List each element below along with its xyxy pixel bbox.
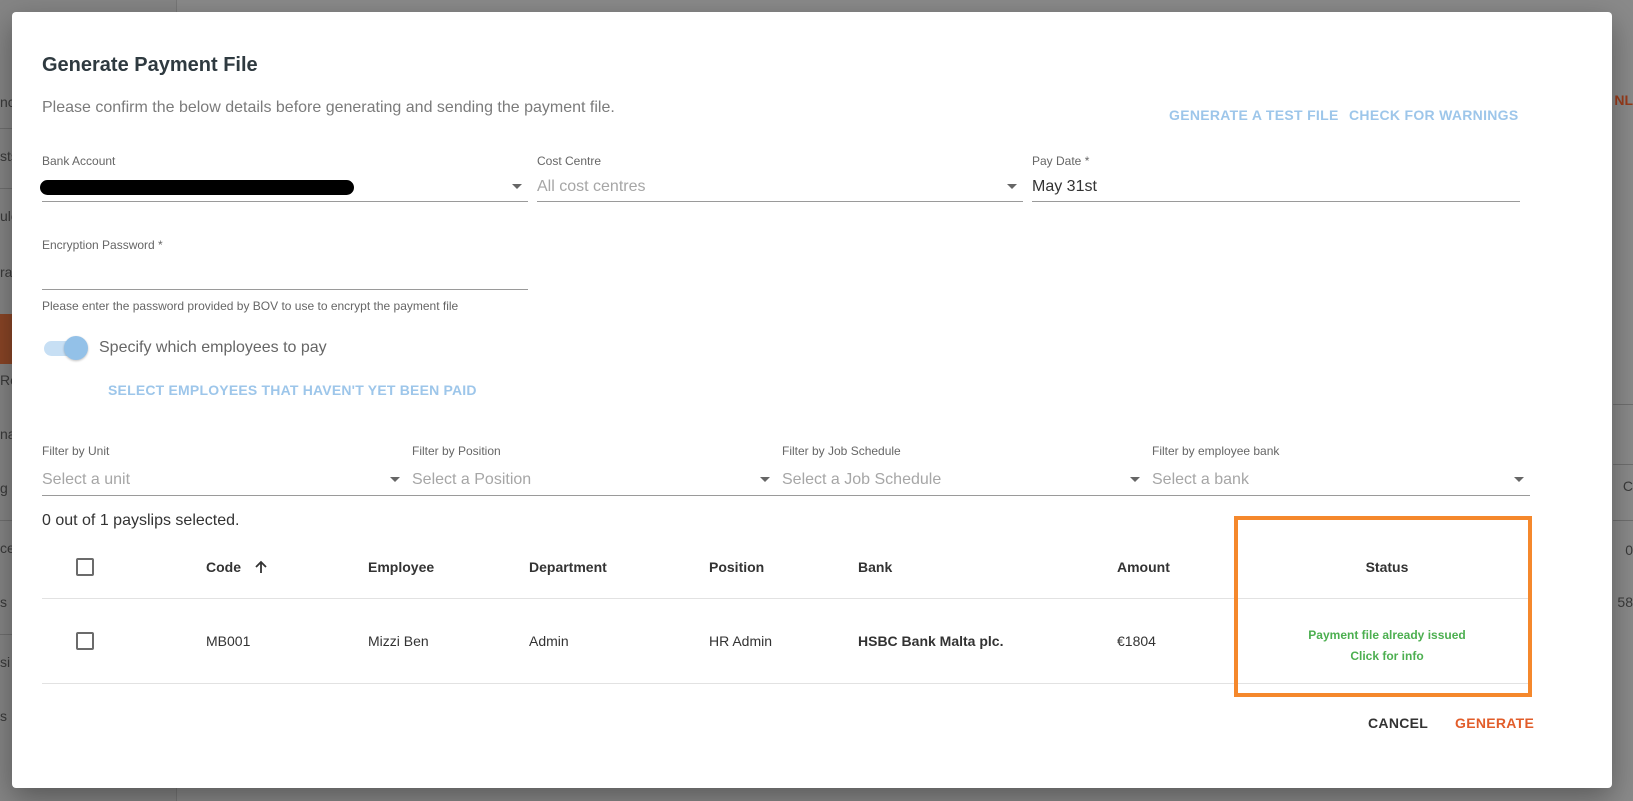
chevron-down-icon[interactable] xyxy=(1514,477,1524,482)
chevron-down-icon[interactable] xyxy=(760,477,770,482)
pay-date-label: Pay Date * xyxy=(1032,154,1090,168)
background-divider xyxy=(0,520,12,521)
background-text-fragment: ule xyxy=(0,208,12,224)
dialog-subtitle: Please confirm the below details before … xyxy=(42,99,615,116)
row-select-checkbox[interactable] xyxy=(76,632,94,650)
filter-by-job-schedule[interactable]: Filter by Job Schedule Select a Job Sche… xyxy=(782,444,1146,496)
cancel-button[interactable]: CANCEL xyxy=(1368,715,1428,731)
payslips-selected-count: 0 out of 1 payslips selected. xyxy=(42,512,240,529)
filter-bank-placeholder: Select a bank xyxy=(1152,471,1249,488)
background-text-fragment: s xyxy=(0,708,7,724)
select-all-checkbox[interactable] xyxy=(76,558,94,576)
cell-department: Admin xyxy=(529,633,569,649)
background-text-fragment: NL xyxy=(1614,92,1633,108)
background-divider xyxy=(0,188,12,189)
cost-centre-label: Cost Centre xyxy=(537,154,602,168)
column-header-amount[interactable]: Amount xyxy=(1117,559,1170,575)
cost-centre-field[interactable]: Cost Centre All cost centres xyxy=(537,154,1023,208)
background-divider xyxy=(0,634,12,635)
chevron-down-icon[interactable] xyxy=(1130,477,1140,482)
chevron-down-icon[interactable] xyxy=(390,477,400,482)
cell-code: MB001 xyxy=(206,633,251,649)
column-header-employee[interactable]: Employee xyxy=(368,559,434,575)
bank-account-field[interactable]: Bank Account xyxy=(40,154,528,208)
generate-payment-file-dialog: Generate Payment File Please confirm the… xyxy=(12,12,1612,788)
select-unpaid-employees-button[interactable]: SELECT EMPLOYEES THAT HAVEN'T YET BEEN P… xyxy=(108,382,477,398)
filter-job-schedule-placeholder: Select a Job Schedule xyxy=(782,471,942,488)
encryption-password-input[interactable] xyxy=(42,260,528,290)
filter-position-label: Filter by Position xyxy=(412,444,501,458)
bank-account-select[interactable] xyxy=(40,172,528,202)
cell-position: HR Admin xyxy=(709,633,773,649)
background-text-fragment: 0 xyxy=(1625,542,1633,558)
filter-by-unit[interactable]: Filter by Unit Select a unit xyxy=(42,444,406,496)
cost-centre-placeholder: All cost centres xyxy=(537,178,646,195)
encryption-password-field[interactable]: Encryption Password * xyxy=(42,238,528,292)
pay-date-input[interactable]: May 31st xyxy=(1032,172,1520,202)
background-text-fragment: g xyxy=(0,480,8,496)
pay-date-value: May 31st xyxy=(1032,178,1097,195)
filter-row: Filter by Unit Select a unit Filter by P… xyxy=(42,444,1530,496)
specify-employees-toggle[interactable] xyxy=(42,335,90,361)
table-header: Code Employee Department Position Bank A… xyxy=(42,536,1530,599)
background-divider xyxy=(0,128,12,129)
filter-bank-label: Filter by employee bank xyxy=(1152,444,1280,458)
bank-account-label: Bank Account xyxy=(42,154,116,168)
cell-status-link[interactable]: Payment file already issued Click for in… xyxy=(1272,625,1502,667)
filter-job-schedule-label: Filter by Job Schedule xyxy=(782,444,901,458)
background-text-fragment: si xyxy=(0,654,11,670)
background-divider xyxy=(1613,464,1633,465)
dialog-title: Generate Payment File xyxy=(42,54,258,76)
cell-amount: €1804 xyxy=(1117,633,1156,649)
table-row[interactable]: MB001 Mizzi Ben Admin HR Admin HSBC Bank… xyxy=(42,599,1530,684)
column-code-label: Code xyxy=(206,559,241,575)
redacted-bank-account-value xyxy=(40,180,354,195)
chevron-down-icon[interactable] xyxy=(512,184,522,189)
filter-unit-label: Filter by Unit xyxy=(42,444,110,458)
status-message: Payment file already issued xyxy=(1308,628,1466,642)
background-text-fragment: Re xyxy=(0,372,12,388)
column-header-position[interactable]: Position xyxy=(709,559,764,575)
background-active-nav-item xyxy=(0,314,12,364)
pay-date-field[interactable]: Pay Date * May 31st xyxy=(1032,154,1520,208)
sort-ascending-icon[interactable] xyxy=(253,559,269,578)
background-text-fragment: ra xyxy=(0,264,12,280)
background-divider xyxy=(1613,520,1633,521)
column-header-department[interactable]: Department xyxy=(529,559,607,575)
column-header-code[interactable]: Code xyxy=(206,559,269,578)
generate-button[interactable]: GENERATE xyxy=(1455,715,1534,731)
encryption-password-helper-text: Please enter the password provided by BO… xyxy=(42,299,459,313)
specify-employees-label: Specify which employees to pay xyxy=(99,339,327,356)
background-text-fragment: ce xyxy=(0,540,12,556)
generate-test-file-button[interactable]: GENERATE A TEST FILE xyxy=(1169,107,1339,123)
check-for-warnings-button[interactable]: CHECK FOR WARNINGS xyxy=(1349,107,1519,123)
background-divider xyxy=(1613,404,1633,405)
status-info-link[interactable]: Click for info xyxy=(1272,646,1502,667)
filter-by-employee-bank[interactable]: Filter by employee bank Select a bank xyxy=(1152,444,1530,496)
encryption-password-label: Encryption Password * xyxy=(42,238,163,252)
background-text-fragment: 58 xyxy=(1617,594,1633,610)
cell-employee: Mizzi Ben xyxy=(368,633,429,649)
cell-bank: HSBC Bank Malta plc. xyxy=(858,633,1004,649)
toggle-thumb xyxy=(64,336,88,360)
column-header-status[interactable]: Status xyxy=(1272,559,1502,575)
filter-position-placeholder: Select a Position xyxy=(412,471,532,488)
chevron-down-icon[interactable] xyxy=(1007,184,1017,189)
background-text-fragment: C xyxy=(1622,478,1633,494)
background-text-fragment: s xyxy=(0,594,7,610)
cost-centre-select[interactable]: All cost centres xyxy=(537,172,1023,202)
background-text-fragment: na xyxy=(0,426,12,442)
filter-by-position[interactable]: Filter by Position Select a Position xyxy=(412,444,776,496)
background-text-fragment: sts xyxy=(0,148,12,164)
column-header-bank[interactable]: Bank xyxy=(858,559,892,575)
filter-unit-placeholder: Select a unit xyxy=(42,471,131,488)
background-text-fragment: nc xyxy=(0,94,12,110)
